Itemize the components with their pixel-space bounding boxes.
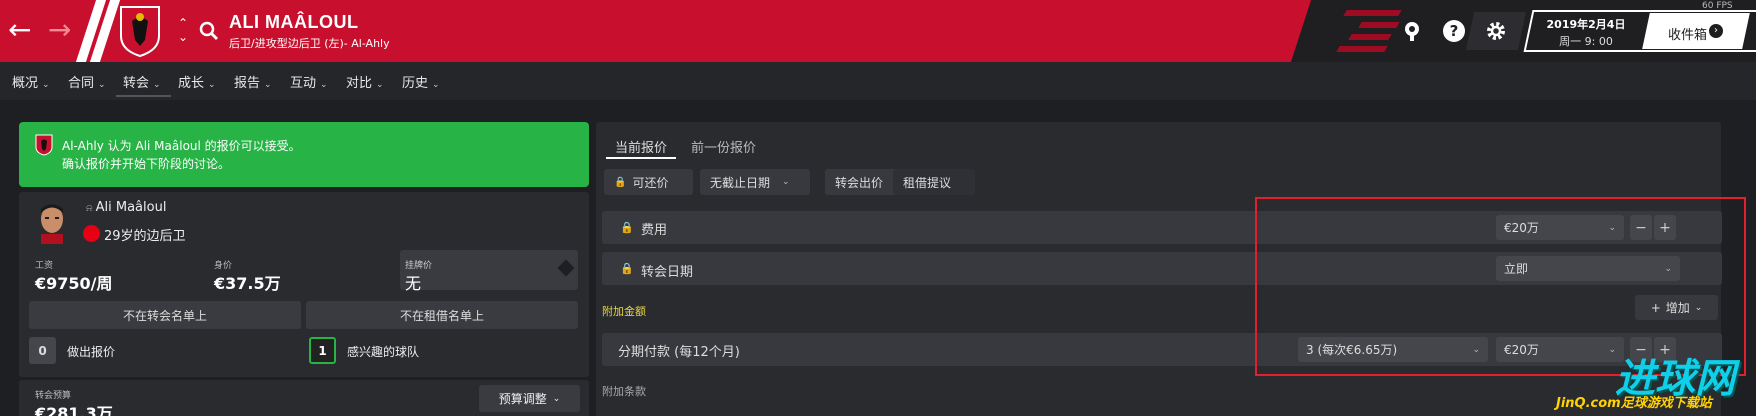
tab-overview[interactable]: 概况 ⌄: [12, 72, 50, 91]
tab-transfer[interactable]: 转会 ⌄: [123, 72, 161, 91]
banner-message: Al-Ahly 认为 Ali Maâloul 的报价可以接受。: [62, 139, 301, 153]
chevron-down-icon: ⌄: [42, 80, 50, 90]
back-arrow-icon[interactable]: ←: [8, 16, 31, 44]
tab-label: 报告: [234, 76, 261, 91]
tab-label: 转会: [123, 76, 150, 91]
header-deco: [1343, 10, 1402, 16]
active-tab-indicator: [116, 95, 171, 97]
player-age-position: 29岁的边后卫: [104, 229, 186, 244]
budget-value: €281.3万: [35, 404, 113, 416]
prev-next-player-icon[interactable]: ⌃ ⌄: [176, 16, 190, 44]
header-deco: [1358, 22, 1400, 28]
chevron-down-icon: ⌄: [264, 80, 272, 90]
chevron-down-icon: ⌄: [552, 393, 561, 404]
transfer-bid-label: 转会出价: [835, 175, 884, 190]
help-icon[interactable]: ?: [1440, 17, 1468, 45]
fps-counter: 60 FPS: [1702, 1, 1733, 11]
tab-label: 成长: [178, 76, 205, 91]
header-deco: [1336, 46, 1388, 52]
offers-label[interactable]: 做出报价: [67, 343, 115, 360]
headset-icon: ⍾: [86, 203, 93, 214]
tab-label: 概况: [12, 76, 39, 91]
tab-interaction[interactable]: 互动 ⌄: [290, 72, 328, 91]
fee-label: 费用: [641, 223, 668, 238]
clauses-label: 附加条款: [602, 385, 646, 398]
tab-reports[interactable]: 报告 ⌄: [234, 72, 272, 91]
budget-adjust-button[interactable]: 预算调整 ⌄: [479, 385, 580, 412]
deadline-label: 无截止日期: [710, 175, 771, 190]
transfer-date-label: 转会日期: [641, 265, 694, 280]
tab-label: 历史: [402, 76, 429, 91]
continue-icon[interactable]: ›: [1709, 24, 1723, 38]
active-offer-tab-indicator: [606, 157, 676, 159]
current-time: 周一 9: 00: [1559, 35, 1613, 48]
deadline-dropdown[interactable]: 无截止日期 ⌄: [700, 169, 810, 195]
player-name: ⍾ Ali Maâloul: [86, 200, 166, 215]
player-subtitle: 后卫/进攻型边后卫 (左)- Al-Ahly: [229, 37, 390, 50]
chevron-down-icon: ⌄: [98, 80, 106, 90]
interested-count: 1: [309, 337, 336, 364]
transfer-list-status[interactable]: 不在转会名单上: [29, 301, 301, 329]
tab-current-offer[interactable]: 当前报价: [615, 137, 667, 156]
tab-development[interactable]: 成长 ⌄: [178, 72, 216, 91]
negotiable-label: 可还价: [632, 175, 669, 190]
player-avatar[interactable]: [33, 200, 71, 244]
interested-label[interactable]: 感兴趣的球队: [347, 343, 419, 360]
asking-price-value: 无: [405, 274, 422, 293]
tab-contract[interactable]: 合同 ⌄: [68, 72, 106, 91]
loan-offer-toggle[interactable]: 租借提议: [893, 169, 975, 195]
award-icon[interactable]: [1398, 17, 1426, 45]
chevron-down-icon: ⌄: [153, 80, 161, 90]
wage-value: €9750/周: [35, 274, 113, 293]
loan-offer-label: 租借提议: [903, 175, 952, 190]
club-badge-icon: [35, 134, 53, 156]
search-icon[interactable]: [198, 20, 220, 42]
value-value: €37.5万: [214, 274, 281, 293]
negotiable-chip[interactable]: 🔒 可还价: [604, 169, 693, 195]
addons-label: 附加金额: [602, 305, 646, 318]
tab-history[interactable]: 历史 ⌄: [402, 72, 440, 91]
lock-icon: 🔒: [614, 176, 627, 188]
installments-label: 分期付款 (每12个月): [618, 345, 740, 360]
offers-count: 0: [29, 337, 56, 364]
inbox-label: 收件箱: [1668, 28, 1708, 43]
chevron-down-icon: ⌄: [432, 80, 440, 90]
tab-previous-offer[interactable]: 前一份报价: [691, 137, 756, 156]
tunisia-flag-icon: [83, 225, 100, 242]
player-name-text: Ali Maâloul: [95, 200, 167, 215]
club-logo: [120, 6, 160, 58]
tab-label: 对比: [346, 76, 373, 91]
chevron-down-icon: ⌄: [208, 80, 216, 90]
chevron-down-icon: ⌄: [320, 80, 328, 90]
transfer-bid-toggle[interactable]: 转会出价: [825, 169, 900, 195]
tab-label: 合同: [68, 76, 95, 91]
current-date: 2019年2月4日: [1546, 18, 1626, 31]
forward-arrow-icon[interactable]: →: [48, 16, 71, 44]
chevron-down-icon: ⌄: [782, 177, 790, 187]
chevron-down-icon: ⌄: [376, 80, 384, 90]
help-glyph: ?: [1443, 20, 1465, 42]
gear-icon[interactable]: [1482, 17, 1510, 45]
tab-compare[interactable]: 对比 ⌄: [346, 72, 384, 91]
budget-adjust-label: 预算调整: [498, 392, 547, 406]
header-deco: [1348, 34, 1392, 40]
loan-list-status[interactable]: 不在租借名单上: [306, 301, 578, 329]
watermark-text: JinQ.com足球游戏下载站: [1556, 396, 1712, 411]
lock-icon: 🔒: [620, 262, 634, 275]
tab-label: 互动: [290, 76, 317, 91]
player-title: ALI MAÂLOUL: [229, 12, 359, 32]
lock-icon: 🔒: [620, 221, 634, 234]
banner-instruction: 确认报价并开始下阶段的讨论。: [62, 157, 231, 171]
